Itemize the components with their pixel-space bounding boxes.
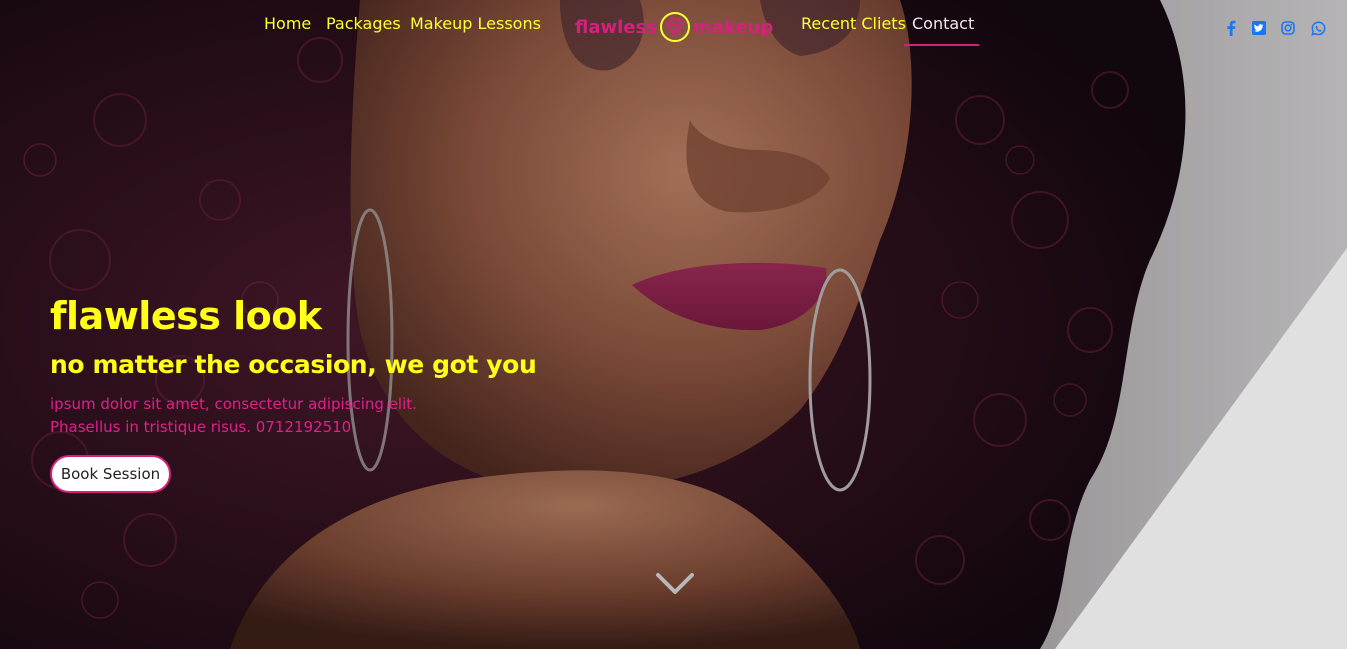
main-navbar: Home Packages Makeup Lessons flawless ma… bbox=[0, 0, 1347, 50]
brand-logo[interactable]: flawless makeup bbox=[575, 12, 773, 42]
brand-name-left: flawless bbox=[575, 16, 657, 38]
hero-description-line-2: Phasellus in tristique risus. 0712192510 bbox=[50, 418, 352, 436]
instagram-icon[interactable] bbox=[1280, 20, 1296, 36]
twitter-icon[interactable] bbox=[1251, 20, 1267, 36]
nav-contact[interactable]: Contact bbox=[912, 14, 974, 33]
nav-recent-clients[interactable]: Recent Cliets bbox=[801, 14, 906, 33]
hero-description-line-1: ipsum dolor sit amet, consectetur adipis… bbox=[50, 395, 417, 413]
diamond-icon bbox=[659, 12, 690, 42]
hero-description: ipsum dolor sit amet, consectetur adipis… bbox=[50, 393, 417, 439]
facebook-icon[interactable] bbox=[1223, 20, 1239, 36]
nav-home[interactable]: Home bbox=[264, 14, 311, 33]
hero-title: flawless look bbox=[50, 294, 322, 338]
chevron-down-icon[interactable] bbox=[655, 570, 695, 598]
hero-subtitle: no matter the occasion, we got you bbox=[50, 350, 537, 379]
nav-makeup-lessons[interactable]: Makeup Lessons bbox=[410, 14, 541, 33]
active-nav-indicator bbox=[904, 44, 979, 46]
whatsapp-icon[interactable] bbox=[1310, 20, 1326, 36]
brand-name-right: makeup bbox=[692, 16, 774, 38]
book-session-button[interactable]: Book Session bbox=[50, 455, 171, 493]
nav-packages[interactable]: Packages bbox=[326, 14, 401, 33]
